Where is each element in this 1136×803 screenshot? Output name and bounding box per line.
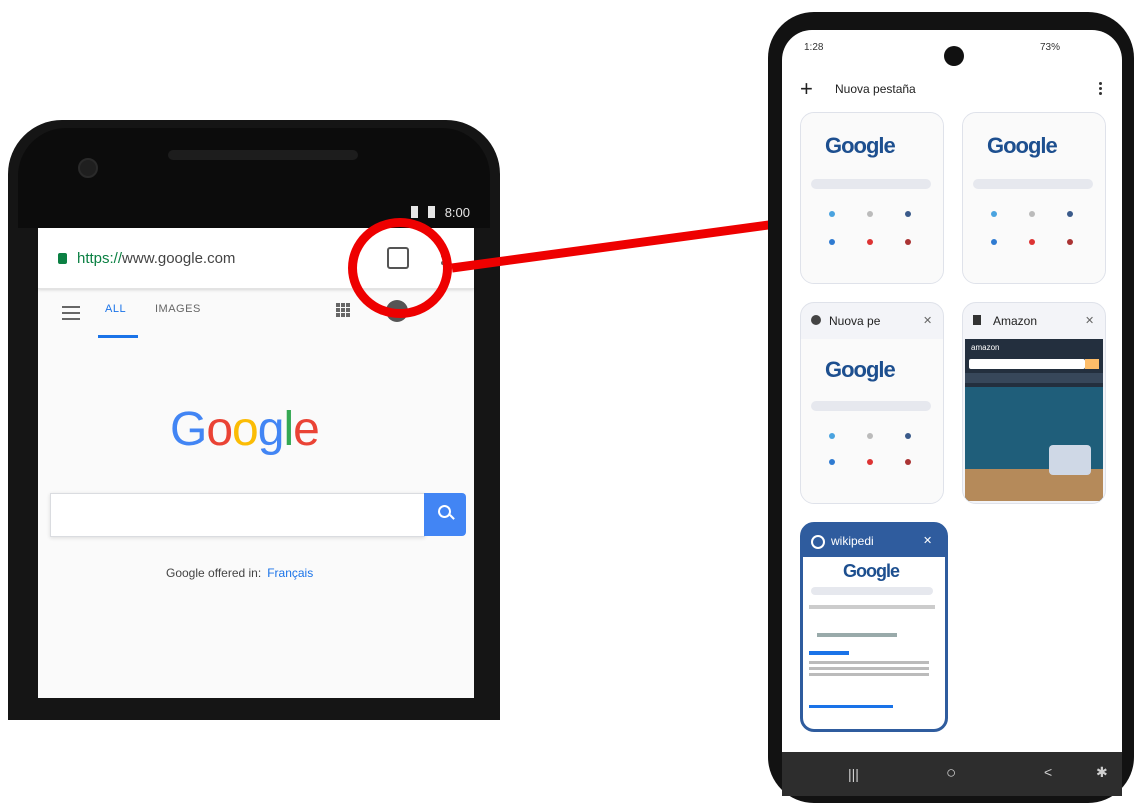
google-doodle: Google — [987, 133, 1058, 158]
tab-title: wikipedi — [831, 534, 874, 548]
tab-title: Nuova pe — [829, 314, 881, 328]
home-icon[interactable]: ○ — [946, 763, 956, 783]
amazon-favicon-icon — [973, 315, 981, 325]
battery-level: 73% — [1040, 42, 1061, 53]
amazon-page-preview: amazon — [965, 339, 1103, 501]
tab-card[interactable]: Google — [800, 112, 944, 284]
recent-apps-icon[interactable]: ||| — [848, 766, 859, 782]
amazon-brand: amazon — [971, 343, 1000, 352]
google-doodle: Google — [825, 133, 896, 158]
close-icon[interactable]: ✕ — [923, 314, 932, 327]
close-icon[interactable]: ✕ — [923, 534, 932, 547]
close-icon[interactable]: ✕ — [1085, 314, 1094, 327]
pin-icon[interactable]: ✱ — [1096, 764, 1108, 781]
mini-search-bar — [811, 401, 931, 411]
tab-title: Amazon — [993, 314, 1038, 328]
mini-search-bar — [811, 179, 931, 189]
punch-hole-camera-icon — [944, 46, 964, 66]
back-icon[interactable]: < — [1044, 764, 1052, 780]
google-doodle: Google — [825, 357, 896, 382]
globe-icon — [811, 315, 821, 325]
tab-card-wikipedia[interactable]: wikipedi ✕ Google — [800, 522, 948, 732]
mini-search-bar — [973, 179, 1093, 189]
status-time: 1:28 — [804, 42, 824, 53]
globe-icon — [811, 535, 825, 549]
tab-card[interactable]: Google — [962, 112, 1106, 284]
new-tab-icon[interactable]: + — [800, 78, 813, 100]
overflow-menu-icon[interactable] — [1097, 80, 1103, 100]
mini-search-bar — [811, 587, 933, 595]
google-doodle: Google — [843, 561, 900, 581]
tab-card-amazon[interactable]: Amazon ✕ amazon — [962, 302, 1106, 504]
tab-card-new-tab[interactable]: Nuova pe ✕ Google — [800, 302, 944, 504]
tab-switcher-title: Nuova pestaña — [835, 82, 916, 96]
